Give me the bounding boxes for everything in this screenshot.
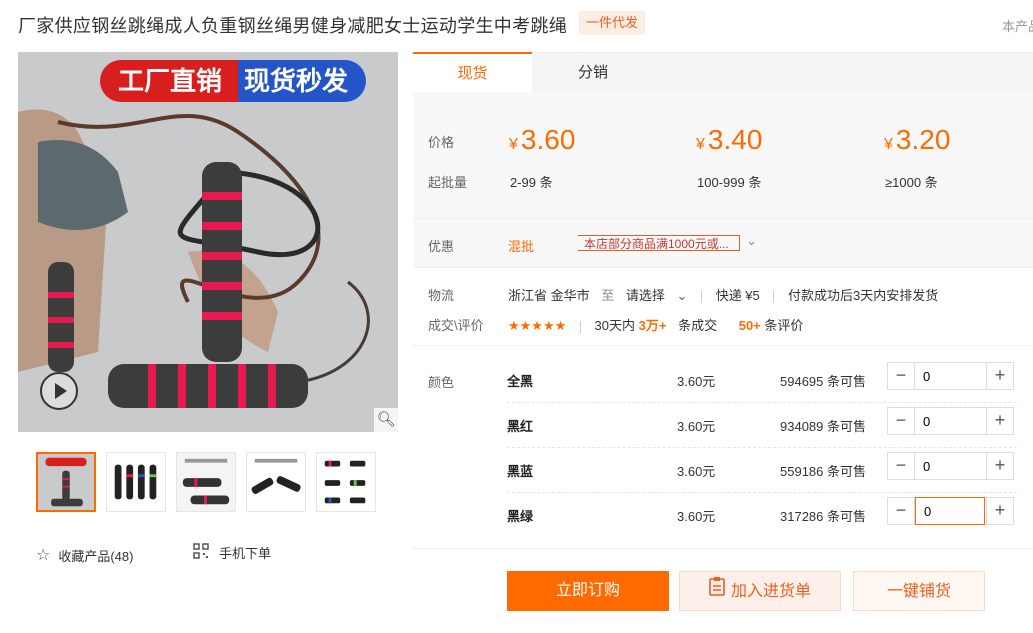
promo-tag[interactable]: 本店部分商品满1000元或...	[578, 235, 740, 251]
spec-row: 黑绿 3.60元 317286 条可售 − +	[507, 492, 1017, 537]
to-label: 至	[601, 288, 615, 303]
sales-count[interactable]: 3万+	[639, 318, 667, 333]
promo-label: 优惠	[428, 239, 455, 254]
add-to-cart-label: 加入进货单	[730, 583, 811, 601]
thumbnail-strip	[36, 452, 376, 512]
sales-suffix: 条成交	[678, 318, 718, 333]
increase-button[interactable]: +	[986, 408, 1013, 434]
one-click-distribute-button[interactable]: 一键铺货	[853, 571, 985, 611]
currency-symbol: ¥	[509, 136, 518, 153]
banner-in-stock: 现货秒发	[238, 60, 366, 102]
decrease-button[interactable]: −	[888, 363, 915, 389]
increase-button[interactable]: +	[986, 498, 1013, 524]
promo-banner: 工厂直销 现货秒发	[100, 60, 366, 102]
reviews-info: ★★★★★ 30天内 3万+ 条成交 50+ 条评价	[508, 315, 803, 334]
favorite-product[interactable]: ☆ 收藏产品(48)	[36, 545, 133, 565]
spec-row: 黑红 3.60元 934089 条可售 − +	[507, 402, 1017, 448]
spec-price: 3.60元	[677, 419, 716, 434]
review-suffix: 条评价	[764, 318, 804, 333]
spec-row: 全黑 3.60元 594695 条可售 − +	[507, 357, 1017, 403]
chevron-down-icon[interactable]: ⌄	[677, 288, 688, 303]
quantity-input[interactable]	[915, 363, 985, 389]
qr-code-icon	[193, 543, 209, 562]
spec-stock: 317286 条可售	[780, 509, 866, 524]
tab-in-stock[interactable]: 现货	[413, 52, 532, 94]
logistics-info: 浙江省 金华市 至 请选择 ⌄ 快递 ¥5 付款成功后3天内安排发货	[508, 285, 938, 304]
qty-tier-1: 2-99 条	[510, 175, 553, 190]
tab-distribution[interactable]: 分销	[533, 53, 653, 93]
destination-select[interactable]: 请选择	[626, 288, 665, 303]
decrease-button[interactable]: −	[888, 498, 915, 524]
star-outline-icon: ☆	[36, 547, 51, 564]
divider	[773, 290, 775, 303]
spec-price: 3.60元	[677, 509, 716, 524]
spec-color-name: 黑红	[507, 419, 534, 434]
quantity-stepper: − +	[887, 452, 1014, 480]
mobile-order-label: 手机下单	[219, 546, 272, 561]
main-product-image[interactable]: 工厂直销 现货秒发 🔍︎	[18, 52, 398, 432]
order-now-button[interactable]: 立即订购	[507, 571, 669, 611]
decrease-button[interactable]: −	[888, 453, 915, 479]
increase-button[interactable]: +	[986, 453, 1013, 479]
mobile-order[interactable]: 手机下单	[193, 543, 271, 562]
spec-stock: 934089 条可售	[780, 419, 866, 434]
purchase-mode-tabs: 现货 分销	[413, 52, 1033, 94]
spec-price: 3.60元	[677, 464, 716, 479]
spec-price: 3.60元	[677, 374, 716, 389]
thumbnail-2[interactable]	[106, 452, 166, 512]
shipping-fee: 快递 ¥5	[715, 288, 760, 303]
thumbnail-5[interactable]	[316, 452, 376, 512]
zoom-icon[interactable]: 🔍︎	[374, 408, 398, 432]
price-label: 价格	[428, 135, 455, 150]
origin-location: 浙江省 金华市	[508, 288, 590, 303]
quantity-input[interactable]	[915, 453, 985, 479]
favorite-label: 收藏产品(48)	[58, 548, 134, 564]
price-tier-3: ¥3.20	[884, 124, 951, 155]
quantity-stepper: − +	[887, 407, 1014, 435]
reviews-label: 成交\评价	[428, 318, 484, 333]
increase-button[interactable]: +	[986, 363, 1013, 389]
spec-stock: 559186 条可售	[780, 464, 866, 479]
star-rating-icon: ★★★★★	[508, 318, 567, 333]
qty-tier-3: ≥1000 条	[885, 175, 938, 190]
banner-factory-direct: 工厂直销	[100, 60, 238, 102]
divider	[701, 290, 703, 303]
quantity-input[interactable]	[915, 408, 985, 434]
spec-color-name: 黑蓝	[507, 464, 534, 479]
currency-symbol: ¥	[884, 136, 893, 153]
top-right-link[interactable]: 本产品	[1002, 16, 1033, 35]
color-label: 颜色	[428, 375, 455, 390]
qty-tier-2: 100-999 条	[697, 175, 762, 190]
quantity-input[interactable]	[915, 497, 985, 525]
spec-color-name: 全黑	[507, 374, 534, 389]
dropship-badge: 一件代发	[579, 11, 645, 35]
add-to-cart-button[interactable]: 加入进货单	[679, 571, 841, 611]
sales-prefix: 30天内	[594, 318, 635, 333]
review-count[interactable]: 50+	[739, 318, 761, 333]
jump-rope-illustration	[18, 52, 398, 432]
spec-color-name: 黑绿	[507, 509, 534, 524]
dispatch-time: 付款成功后3天内安排发货	[788, 288, 939, 303]
currency-symbol: ¥	[696, 136, 705, 153]
thumbnail-1[interactable]	[36, 452, 96, 512]
spec-stock: 594695 条可售	[780, 374, 866, 389]
product-title: 厂家供应钢丝跳绳成人负重钢丝绳男健身减肥女士运动学生中考跳绳	[18, 16, 567, 36]
price-tier-1: ¥3.60	[509, 124, 576, 155]
quantity-stepper: − +	[887, 497, 1014, 525]
quantity-stepper: − +	[887, 362, 1014, 390]
spec-row: 黑蓝 3.60元 559186 条可售 − +	[507, 447, 1017, 493]
logistics-label: 物流	[428, 288, 455, 303]
price-tier-2: ¥3.40	[696, 124, 763, 155]
clipboard-icon	[709, 572, 725, 612]
chevron-down-icon[interactable]: ⌄	[746, 233, 757, 249]
thumbnail-4[interactable]	[246, 452, 306, 512]
mixed-batch-label: 混批	[508, 239, 535, 254]
play-video-icon[interactable]	[40, 372, 78, 410]
thumbnail-3[interactable]	[176, 452, 236, 512]
min-qty-label: 起批量	[428, 175, 468, 190]
divider	[579, 320, 581, 333]
decrease-button[interactable]: −	[888, 408, 915, 434]
